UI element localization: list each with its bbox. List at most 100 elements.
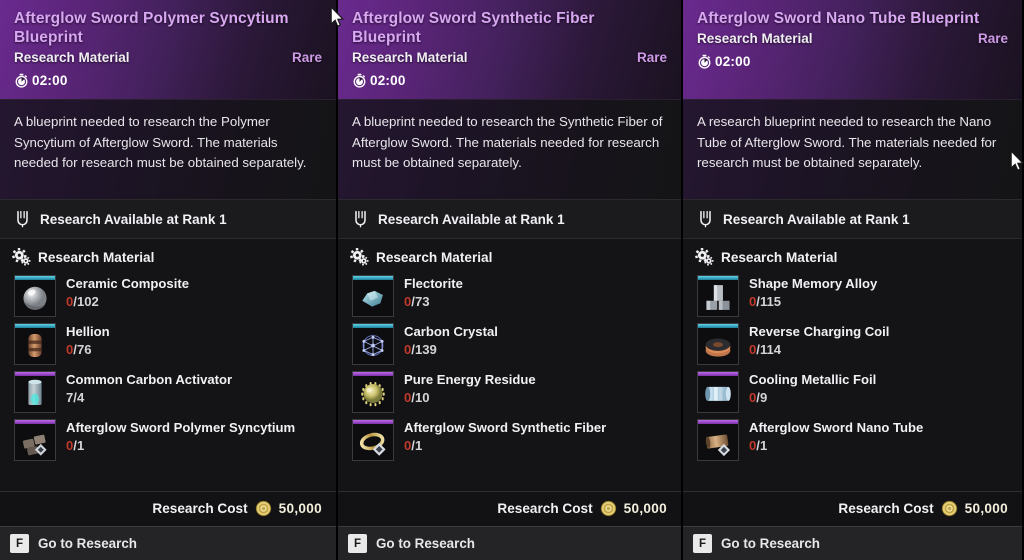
material-art-ring-icon xyxy=(356,425,390,458)
material-row[interactable]: Carbon Crystal 0/139 xyxy=(338,320,681,368)
material-info: Hellion 0/76 xyxy=(66,323,324,358)
go-to-research-label: Go to Research xyxy=(721,536,820,551)
item-subheader: Research Material Rare xyxy=(14,50,322,65)
research-cost-row: Research Cost 50,000 xyxy=(683,491,1022,526)
research-material-header: Research Material xyxy=(338,246,681,270)
material-icon[interactable] xyxy=(697,323,739,365)
item-description: A blueprint needed to research the Synth… xyxy=(338,100,681,200)
gears-icon xyxy=(12,248,31,266)
material-icon[interactable] xyxy=(14,419,56,461)
timer-value: 02:00 xyxy=(715,54,751,69)
material-info: Cooling Metallic Foil 0/9 xyxy=(749,371,1010,406)
material-name: Cooling Metallic Foil xyxy=(749,372,877,387)
rarity-bar-rare xyxy=(698,372,738,376)
material-info: Afterglow Sword Synthetic Fiber 0/1 xyxy=(404,419,669,454)
research-cost-row: Research Cost 50,000 xyxy=(0,491,336,526)
rarity-bar-uncommon xyxy=(15,324,55,328)
research-cost-value: 50,000 xyxy=(278,501,322,516)
go-to-research-button[interactable]: F Go to Research xyxy=(0,526,336,560)
material-need: 9 xyxy=(759,390,768,405)
material-art-foil-icon xyxy=(701,377,735,410)
material-name: Afterglow Sword Nano Tube xyxy=(749,420,924,435)
material-art-plates-icon xyxy=(18,425,52,458)
rank-requirement-row: Research Available at Rank 1 xyxy=(0,200,336,239)
material-icon[interactable] xyxy=(352,275,394,317)
material-row[interactable]: Common Carbon Activator 7/4 xyxy=(0,368,336,416)
material-art-ore-icon xyxy=(356,281,390,314)
material-info: Common Carbon Activator 7/4 xyxy=(66,371,324,406)
material-row[interactable]: Afterglow Sword Synthetic Fiber 0/1 xyxy=(338,416,681,464)
material-need: 73 xyxy=(414,294,430,309)
material-count: 0/9 xyxy=(749,389,1010,406)
research-rank-icon xyxy=(17,210,28,228)
material-row[interactable]: Ceramic Composite 0/102 xyxy=(0,272,336,320)
material-art-capsule-icon xyxy=(18,329,52,362)
material-icon[interactable] xyxy=(352,419,394,461)
material-icon[interactable] xyxy=(697,275,739,317)
rarity-bar-uncommon xyxy=(353,324,393,328)
item-description: A blueprint needed to research the Polym… xyxy=(0,100,336,200)
research-cost-value: 50,000 xyxy=(623,501,667,516)
rank-requirement-label: Research Available at Rank 1 xyxy=(40,211,227,227)
material-row[interactable]: Hellion 0/76 xyxy=(0,320,336,368)
material-list: Shape Memory Alloy 0/115 Reverse Chargin… xyxy=(683,270,1022,464)
material-row[interactable]: Afterglow Sword Polymer Syncytium 0/1 xyxy=(0,416,336,464)
material-need: 1 xyxy=(76,438,85,453)
material-name: Shape Memory Alloy xyxy=(749,276,878,291)
research-cost-value: 50,000 xyxy=(964,501,1008,516)
rarity-bar-rare xyxy=(15,372,55,376)
research-material-title: Research Material xyxy=(376,249,493,265)
gears-icon xyxy=(695,248,714,266)
material-name: Ceramic Composite xyxy=(66,276,189,291)
material-count: 0/1 xyxy=(749,437,1010,454)
material-row[interactable]: Shape Memory Alloy 0/115 xyxy=(683,272,1022,320)
material-row[interactable]: Cooling Metallic Foil 0/9 xyxy=(683,368,1022,416)
material-name: Carbon Crystal xyxy=(404,324,498,339)
material-count: 0/1 xyxy=(404,437,669,454)
research-rank-icon xyxy=(700,210,711,228)
material-art-coil-icon xyxy=(701,329,735,362)
item-subheader: Research Material Rare xyxy=(352,50,667,65)
material-icon[interactable] xyxy=(14,323,56,365)
material-icon[interactable] xyxy=(14,275,56,317)
go-to-research-button[interactable]: F Go to Research xyxy=(338,526,681,560)
material-art-sphere-icon xyxy=(18,281,52,314)
material-icon[interactable] xyxy=(14,371,56,413)
stopwatch-icon xyxy=(353,73,366,88)
material-icon[interactable] xyxy=(352,371,394,413)
material-row[interactable]: Afterglow Sword Nano Tube 0/1 xyxy=(683,416,1022,464)
research-cost-label: Research Cost xyxy=(497,501,593,516)
material-count: 0/1 xyxy=(66,437,324,454)
go-to-research-button[interactable]: F Go to Research xyxy=(683,526,1022,560)
material-icon[interactable] xyxy=(352,323,394,365)
go-to-research-label: Go to Research xyxy=(376,536,475,551)
material-name: Reverse Charging Coil xyxy=(749,324,890,339)
item-type: Research Material xyxy=(352,50,468,65)
material-info: Ceramic Composite 0/102 xyxy=(66,275,324,310)
material-need: 115 xyxy=(759,294,782,309)
research-cost-label: Research Cost xyxy=(838,501,934,516)
item-rarity: Rare xyxy=(977,31,1008,46)
rarity-bar-uncommon xyxy=(698,324,738,328)
material-name: Pure Energy Residue xyxy=(404,372,536,387)
material-art-lattice-icon xyxy=(356,329,390,362)
material-row[interactable]: Pure Energy Residue 0/10 xyxy=(338,368,681,416)
rank-requirement-label: Research Available at Rank 1 xyxy=(378,211,565,227)
gold-coin-icon xyxy=(941,500,957,517)
rarity-bar-rare xyxy=(698,420,738,424)
craft-timer: 02:00 xyxy=(352,73,667,88)
rarity-bar-rare xyxy=(353,420,393,424)
material-icon[interactable] xyxy=(697,419,739,461)
tooltip-header: Afterglow Sword Synthetic Fiber Blueprin… xyxy=(338,0,681,100)
material-art-orb-icon xyxy=(356,377,390,410)
timer-value: 02:00 xyxy=(370,73,406,88)
material-row[interactable]: Reverse Charging Coil 0/114 xyxy=(683,320,1022,368)
material-art-cylinder-icon xyxy=(18,377,52,410)
item-title: Afterglow Sword Nano Tube Blueprint xyxy=(697,10,980,27)
item-type: Research Material xyxy=(14,50,130,65)
material-need: 1 xyxy=(759,438,768,453)
material-row[interactable]: Flectorite 0/73 xyxy=(338,272,681,320)
material-info: Flectorite 0/73 xyxy=(404,275,669,310)
item-subheader: Research Material Rare xyxy=(697,31,1008,46)
material-icon[interactable] xyxy=(697,371,739,413)
